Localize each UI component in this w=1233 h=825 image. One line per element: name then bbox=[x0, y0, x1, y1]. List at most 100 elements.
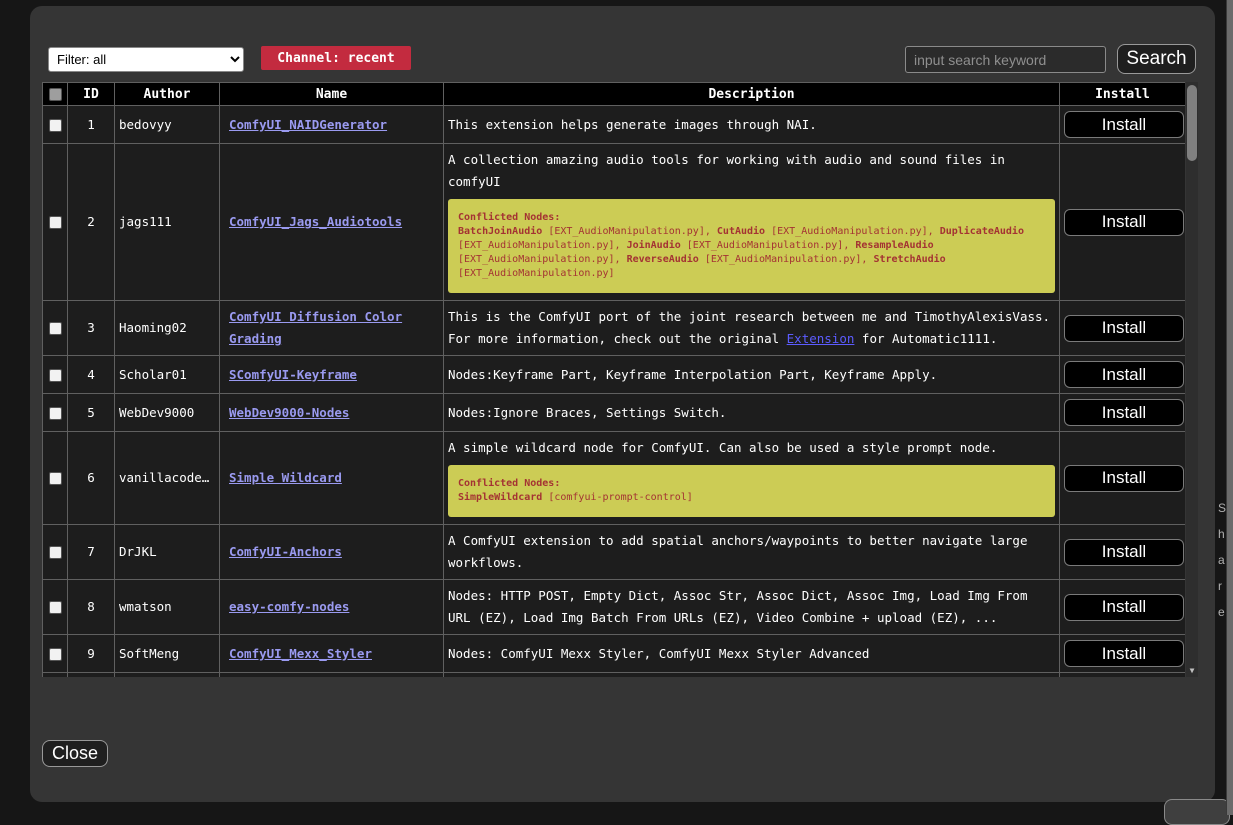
description-text: Nodes: HTTP POST, Empty Dict, Assoc Str,… bbox=[448, 585, 1055, 629]
row-select-checkbox[interactable] bbox=[49, 216, 62, 229]
row-id: 8 bbox=[68, 580, 115, 635]
table-row: 9SoftMengComfyUI_Mexx_StylerNodes: Comfy… bbox=[43, 635, 1186, 673]
install-button[interactable]: Install bbox=[1064, 539, 1184, 566]
install-button[interactable]: Install bbox=[1064, 640, 1184, 667]
column-header-name: Name bbox=[220, 83, 444, 106]
install-button[interactable]: Install bbox=[1064, 209, 1184, 236]
description-text: A ComfyUI extension to add spatial ancho… bbox=[448, 530, 1055, 574]
description-text: Nodes:Keyframe Part, Keyframe Interpolat… bbox=[448, 364, 1055, 386]
conflict-node-name: ReverseAudio bbox=[627, 254, 699, 265]
install-button[interactable]: Install bbox=[1064, 111, 1184, 138]
table-row: 4Scholar01 SComfyUI-Keyframe Nodes:Keyfram… bbox=[43, 356, 1186, 394]
row-id: 1 bbox=[68, 106, 115, 144]
background-corner-button-clipped[interactable] bbox=[1164, 799, 1230, 825]
row-name-cell: ComfyUI-Anchors bbox=[220, 525, 444, 580]
table-row: 5WebDev9000WebDev9000-NodesNodes:Ignore … bbox=[43, 394, 1186, 432]
row-author: zcfrank1st bbox=[115, 673, 220, 678]
node-name-link[interactable]: ComfyUI-Anchors bbox=[229, 544, 342, 559]
row-select-cell bbox=[43, 635, 68, 673]
row-select-checkbox[interactable] bbox=[49, 546, 62, 559]
table-row: 10zcfrank1stComfyUI Yolov8Nodes: Yolov8D… bbox=[43, 673, 1186, 678]
row-author: Scholar01 bbox=[115, 356, 220, 394]
row-select-checkbox[interactable] bbox=[49, 407, 62, 420]
conflict-node-source: [EXT_AudioManipulation.py], bbox=[542, 226, 717, 237]
select-all-checkbox[interactable] bbox=[49, 88, 62, 101]
row-name-cell: ComfyUI_Mexx_Styler bbox=[220, 635, 444, 673]
scroll-down-arrow-icon: ▼ bbox=[1190, 666, 1195, 675]
row-install-cell: Install bbox=[1060, 432, 1186, 525]
table-row: 2jags111ComfyUI_Jags_AudiotoolsA collect… bbox=[43, 144, 1186, 301]
description-link[interactable]: Extension bbox=[787, 331, 855, 346]
conflicted-nodes-title: Conflicted Nodes: bbox=[458, 212, 560, 223]
row-description-cell: A ComfyUI extension to add spatial ancho… bbox=[444, 525, 1060, 580]
row-select-checkbox[interactable] bbox=[49, 369, 62, 382]
table-scrollbar-thumb[interactable] bbox=[1187, 85, 1197, 161]
column-header-install: Install bbox=[1060, 83, 1186, 106]
row-author: jags111 bbox=[115, 144, 220, 301]
row-name-cell: WebDev9000-Nodes bbox=[220, 394, 444, 432]
table-header-row: ID Author Name Description Install bbox=[43, 83, 1186, 106]
conflict-node-source: [EXT_AudioManipulation.py], bbox=[458, 254, 627, 265]
node-name-link[interactable]: easy-comfy-nodes bbox=[229, 599, 349, 614]
row-author: DrJKL bbox=[115, 525, 220, 580]
install-button[interactable]: Install bbox=[1064, 465, 1184, 492]
page-scrollbar[interactable] bbox=[1226, 0, 1233, 815]
node-name-link[interactable]: ComfyUI_NAIDGenerator bbox=[229, 117, 387, 132]
row-description-cell: Nodes: HTTP POST, Empty Dict, Assoc Str,… bbox=[444, 580, 1060, 635]
row-select-cell bbox=[43, 580, 68, 635]
conflict-node-source: [comfyui-prompt-control] bbox=[542, 492, 693, 503]
search-button[interactable]: Search bbox=[1117, 44, 1196, 74]
select-all-header-cell bbox=[43, 83, 68, 106]
node-name-link[interactable]: ComfyUI Diffusion Color Grading bbox=[229, 309, 402, 346]
install-button[interactable]: Install bbox=[1064, 399, 1184, 426]
conflict-node-source: [EXT_AudioManipulation.py], bbox=[458, 240, 627, 251]
table-row: 8wmatsoneasy-comfy-nodesNodes: HTTP POST… bbox=[43, 580, 1186, 635]
scroll-down-button[interactable]: ▼ bbox=[1186, 663, 1198, 677]
row-id: 2 bbox=[68, 144, 115, 301]
row-select-checkbox[interactable] bbox=[49, 648, 62, 661]
node-name-link[interactable]: Simple Wildcard bbox=[229, 470, 342, 485]
row-id: 9 bbox=[68, 635, 115, 673]
conflict-node-source: [EXT_AudioManipulation.py], bbox=[765, 226, 940, 237]
table-row: 3Haoming02ComfyUI Diffusion Color Gradin… bbox=[43, 301, 1186, 356]
row-author: Haoming02 bbox=[115, 301, 220, 356]
search-input[interactable] bbox=[905, 46, 1106, 73]
row-select-checkbox[interactable] bbox=[49, 322, 62, 335]
row-name-cell: easy-comfy-nodes bbox=[220, 580, 444, 635]
column-header-description: Description bbox=[444, 83, 1060, 106]
row-install-cell: Install bbox=[1060, 356, 1186, 394]
row-select-checkbox[interactable] bbox=[49, 119, 62, 132]
conflict-node-name: StretchAudio bbox=[873, 254, 945, 265]
row-name-cell: ComfyUI_Jags_Audiotools bbox=[220, 144, 444, 301]
description-text: Nodes:Ignore Braces, Settings Switch. bbox=[448, 402, 1055, 424]
filter-dropdown[interactable]: Filter: all bbox=[48, 47, 244, 72]
row-select-cell bbox=[43, 673, 68, 678]
row-id: 3 bbox=[68, 301, 115, 356]
description-text: A simple wildcard node for ComfyUI. Can … bbox=[448, 437, 1055, 459]
install-button[interactable]: Install bbox=[1064, 361, 1184, 388]
row-description-cell: This is the ComfyUI port of the joint re… bbox=[444, 301, 1060, 356]
row-name-cell: ComfyUI Yolov8 bbox=[220, 673, 444, 678]
row-description-cell: This extension helps generate images thr… bbox=[444, 106, 1060, 144]
row-id: 4 bbox=[68, 356, 115, 394]
node-name-link[interactable]: SComfyUI-Keyframe bbox=[229, 367, 357, 382]
table-scrollbar-track[interactable]: ▼ bbox=[1186, 82, 1198, 677]
close-button[interactable]: Close bbox=[42, 740, 108, 767]
install-button[interactable]: Install bbox=[1064, 594, 1184, 621]
row-select-checkbox[interactable] bbox=[49, 472, 62, 485]
node-name-link[interactable]: ComfyUI_Jags_Audiotools bbox=[229, 214, 402, 229]
row-id: 10 bbox=[68, 673, 115, 678]
custom-nodes-install-dialog: Filter: all Channel: recent Search ID Au… bbox=[30, 6, 1215, 802]
channel-badge: Channel: recent bbox=[261, 46, 411, 70]
row-install-cell: Install bbox=[1060, 106, 1186, 144]
row-select-checkbox[interactable] bbox=[49, 601, 62, 614]
node-name-link[interactable]: WebDev9000-Nodes bbox=[229, 405, 349, 420]
row-select-cell bbox=[43, 394, 68, 432]
node-name-link[interactable]: ComfyUI_Mexx_Styler bbox=[229, 646, 372, 661]
install-button[interactable]: Install bbox=[1064, 315, 1184, 342]
row-install-cell: Install bbox=[1060, 673, 1186, 678]
row-id: 7 bbox=[68, 525, 115, 580]
row-select-cell bbox=[43, 525, 68, 580]
row-description-cell: Nodes:Ignore Braces, Settings Switch. bbox=[444, 394, 1060, 432]
row-select-cell bbox=[43, 301, 68, 356]
